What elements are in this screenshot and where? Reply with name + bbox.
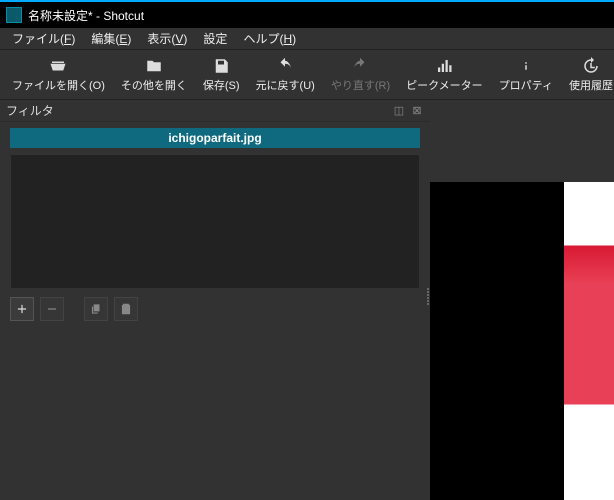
peak-meter-button[interactable]: ピークメーター	[398, 55, 491, 95]
history-label: 使用履歴	[569, 77, 613, 93]
menu-help[interactable]: ヘルプ(H)	[235, 28, 304, 49]
open-file-label: ファイルを開く(O)	[12, 77, 105, 93]
filters-panel-header: フィルタ ◫ ⊠	[0, 100, 430, 122]
content-area: フィルタ ◫ ⊠ ichigoparfait.jpg	[0, 100, 614, 500]
toolbar: ファイルを開く(O) その他を開く 保存(S) 元に戻す(U) やり直す(R) …	[0, 50, 614, 100]
menu-edit[interactable]: 編集(E)	[83, 28, 139, 49]
open-file-icon	[49, 57, 67, 75]
copy-filter-button	[84, 297, 108, 321]
save-label: 保存(S)	[203, 77, 240, 93]
redo-button: やり直す(R)	[323, 55, 398, 95]
properties-button[interactable]: プロパティ	[491, 55, 561, 95]
paste-filter-button	[114, 297, 138, 321]
undo-icon	[276, 57, 294, 75]
filters-buttons	[10, 297, 420, 321]
menu-settings[interactable]: 設定	[195, 28, 235, 49]
window-title: 名称未設定* - Shotcut	[28, 7, 144, 24]
peak-meter-icon	[435, 57, 453, 75]
menu-file[interactable]: ファイル(F)	[4, 28, 83, 49]
filters-panel-title: フィルタ	[6, 102, 54, 119]
redo-icon	[351, 57, 369, 75]
open-other-button[interactable]: その他を開く	[113, 55, 195, 95]
filters-list-area	[10, 154, 420, 289]
save-icon	[212, 57, 230, 75]
app-icon	[6, 7, 22, 23]
menu-view[interactable]: 表示(V)	[139, 28, 195, 49]
open-other-icon	[145, 57, 163, 75]
open-other-label: その他を開く	[121, 77, 187, 93]
history-button[interactable]: 使用履歴	[561, 55, 614, 95]
peak-meter-label: ピークメーター	[406, 77, 483, 93]
redo-label: やり直す(R)	[331, 77, 390, 93]
preview-panel	[430, 100, 614, 500]
filters-panel-body: ichigoparfait.jpg	[0, 122, 430, 500]
video-preview[interactable]	[430, 182, 614, 500]
remove-filter-button	[40, 297, 64, 321]
source-name-bar[interactable]: ichigoparfait.jpg	[10, 128, 420, 148]
close-icon[interactable]: ⊠	[410, 104, 424, 118]
history-icon	[582, 57, 600, 75]
titlebar: 名称未設定* - Shotcut	[0, 0, 614, 28]
properties-label: プロパティ	[499, 77, 553, 93]
preview-image	[564, 182, 614, 500]
filters-panel: フィルタ ◫ ⊠ ichigoparfait.jpg	[0, 100, 430, 500]
add-filter-button[interactable]	[10, 297, 34, 321]
menubar: ファイル(F) 編集(E) 表示(V) 設定 ヘルプ(H)	[0, 28, 614, 50]
undo-button[interactable]: 元に戻す(U)	[248, 55, 323, 95]
info-icon	[517, 57, 535, 75]
dock-icon[interactable]: ◫	[392, 104, 406, 118]
save-button[interactable]: 保存(S)	[195, 55, 248, 95]
undo-label: 元に戻す(U)	[256, 77, 315, 93]
open-file-button[interactable]: ファイルを開く(O)	[4, 55, 113, 95]
